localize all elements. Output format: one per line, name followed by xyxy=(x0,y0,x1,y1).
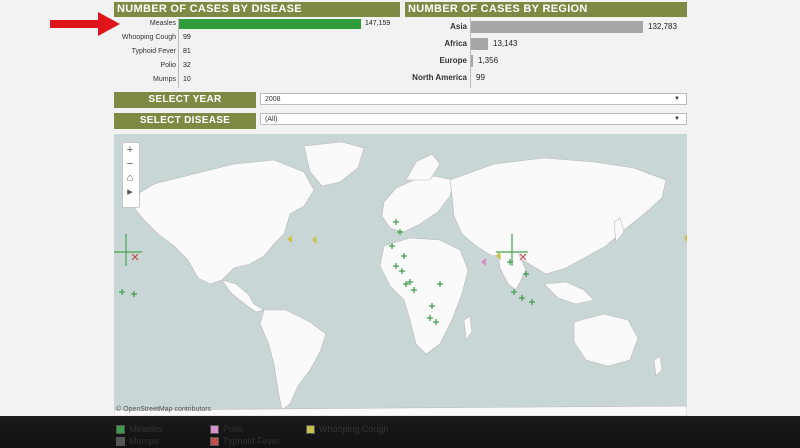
disease-panel-header: NUMBER OF CASES BY DISEASE xyxy=(114,2,400,17)
legend-label[interactable]: Mumps xyxy=(129,436,159,447)
zoom-out-button[interactable]: − xyxy=(123,157,137,171)
select-disease-label: SELECT DISEASE xyxy=(114,113,256,129)
disease-dropdown-value: (All) xyxy=(265,116,278,123)
region-row-value: 1,356 xyxy=(478,56,499,65)
disease-row-label: Polio xyxy=(160,62,176,69)
legend-swatch[interactable] xyxy=(306,425,315,434)
region-bar[interactable] xyxy=(471,21,643,33)
map-zoom-controls: + − ⌂ ▸ xyxy=(122,142,140,208)
disease-row-label: Typhoid Fever xyxy=(131,48,176,55)
region-bar-chart: Asia 132,783 Africa 13,143 Europe 1,356 North … xyxy=(405,17,687,89)
south-america-landmass xyxy=(259,309,327,411)
home-icon[interactable]: ⌂ xyxy=(123,171,137,185)
year-dropdown[interactable]: 2008 ▼ xyxy=(260,93,687,105)
disease-bar[interactable] xyxy=(179,19,361,29)
region-row-value: 13,143 xyxy=(493,39,518,48)
disease-row-value: 81 xyxy=(183,48,191,55)
disease-row-label: Mumps xyxy=(153,76,176,83)
legend-label[interactable]: Polio xyxy=(223,424,243,435)
australia-landmass xyxy=(573,313,639,367)
new-zealand-landmass xyxy=(653,355,663,377)
legend-label[interactable]: Measles xyxy=(129,424,163,435)
year-dropdown-arrow-icon[interactable]: ▼ xyxy=(674,94,680,105)
legend-label[interactable]: Typhoid Fever xyxy=(223,436,280,447)
disease-row-label: Measles xyxy=(149,20,176,27)
disease-row-value: 32 xyxy=(183,62,191,69)
disease-row-value: 147,159 xyxy=(365,20,391,27)
world-map-canvas xyxy=(114,141,687,416)
greenland-landmass xyxy=(303,141,365,187)
disease-dropdown[interactable]: (All) ▼ xyxy=(260,113,687,125)
year-dropdown-value: 2008 xyxy=(265,96,281,103)
region-row-label: Africa xyxy=(444,39,467,48)
legend: Measles Polio Whooping Cough Mumps Typhoid F… xyxy=(116,424,416,448)
play-icon[interactable]: ▸ xyxy=(123,185,137,199)
legend-label[interactable]: Whooping Cough xyxy=(319,424,389,435)
region-row-label: Asia xyxy=(450,22,467,31)
asia-landmass xyxy=(449,157,667,275)
madagascar-landmass xyxy=(463,315,473,341)
legend-swatch[interactable] xyxy=(210,425,219,434)
map-attribution[interactable]: © OpenStreetMap contributors xyxy=(116,406,211,413)
region-panel-header: NUMBER OF CASES BY REGION xyxy=(405,2,687,17)
europe-landmass xyxy=(381,175,455,233)
legend-swatch[interactable] xyxy=(116,437,125,446)
region-row-label: North America xyxy=(412,73,467,82)
legend-swatch[interactable] xyxy=(116,425,125,434)
southeast-asia-islands xyxy=(543,281,595,305)
disease-row-label: Whooping Cough xyxy=(121,34,176,41)
disease-bar-chart: Measles 147,159 Whooping Cough 99 Typhoid Fe… xyxy=(114,17,404,89)
region-bar[interactable] xyxy=(471,38,488,50)
disease-row-value: 99 xyxy=(183,34,191,41)
disease-dropdown-arrow-icon[interactable]: ▼ xyxy=(674,114,680,125)
zoom-in-button[interactable]: + xyxy=(123,143,137,157)
africa-landmass xyxy=(379,237,469,355)
central-america-landmass xyxy=(221,279,265,313)
region-row-label: Europe xyxy=(439,56,467,65)
region-row-value: 99 xyxy=(476,73,485,82)
select-year-label: SELECT YEAR xyxy=(114,92,256,108)
legend-swatch[interactable] xyxy=(210,437,219,446)
annotation-arrow-icon xyxy=(50,12,120,36)
region-row-value: 132,783 xyxy=(648,22,677,31)
disease-row-value: 10 xyxy=(183,76,191,83)
region-bar[interactable] xyxy=(471,55,473,67)
north-america-landmass xyxy=(127,159,315,285)
world-map[interactable]: + − ⌂ ▸ © OpenStreetMap contributors xyxy=(114,134,687,416)
